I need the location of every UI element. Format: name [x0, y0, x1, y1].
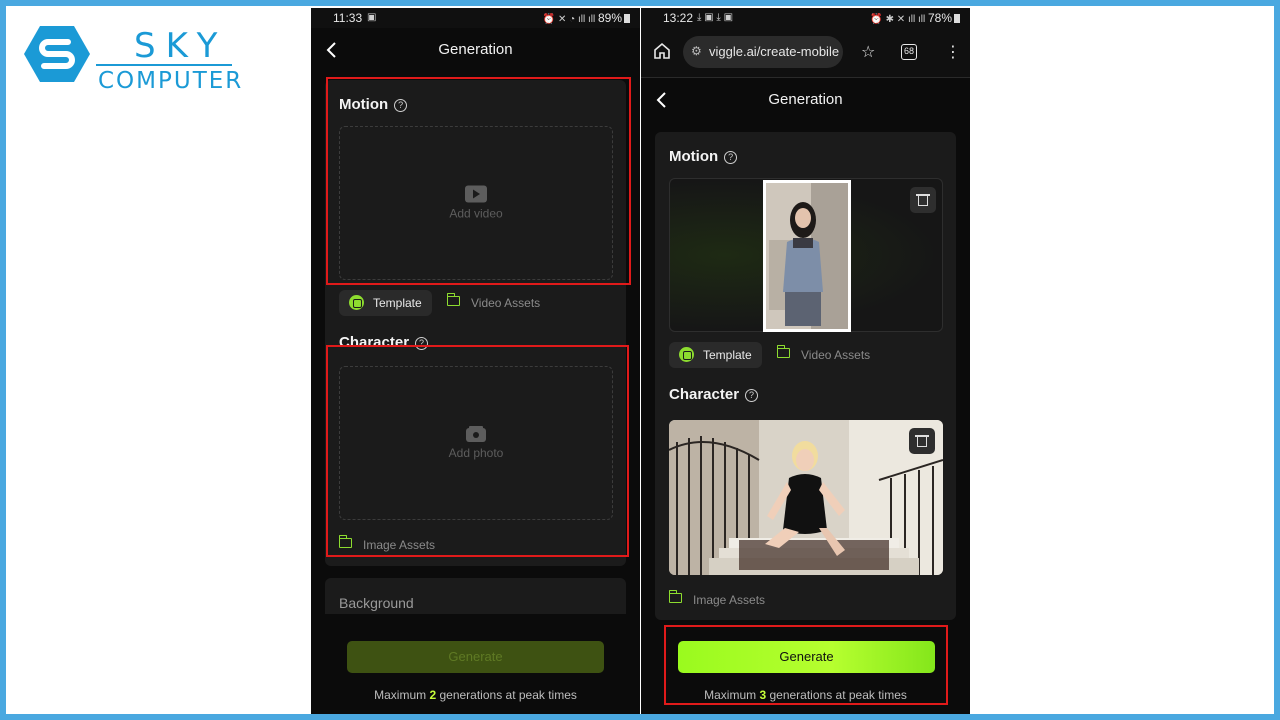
- motion-video-preview[interactable]: [669, 178, 943, 332]
- browser-toolbar: ⚙ viggle.ai/create-mobile ☆ 68 ⋮: [641, 28, 970, 78]
- peak-times-note: Maximum 2 generations at peak times: [374, 688, 577, 702]
- highlight-character: [326, 345, 629, 557]
- phone-screen-filled: 13:22 ⤓ ▣ ⤓ ▣ ⏰ ✱ ✕ ıll ıll 78% ⚙ viggle…: [641, 8, 970, 714]
- status-time: 11:33: [333, 11, 363, 25]
- tab-template[interactable]: Template: [339, 290, 432, 316]
- motion-video-thumbnail: [763, 180, 851, 332]
- signal-icons: ⏰ ✕ ◔ ıll ıll: [542, 14, 598, 25]
- character-photo: [669, 420, 943, 575]
- page-title: Generation: [768, 91, 843, 108]
- character-section-title: Character?: [669, 386, 759, 403]
- template-icon: [349, 295, 364, 310]
- folder-icon: [777, 345, 790, 358]
- site-settings-icon[interactable]: ⚙: [691, 44, 702, 58]
- status-time: 13:22: [663, 11, 694, 25]
- download-icons: ⤓ ▣ ⤓ ▣: [697, 12, 734, 23]
- battery-icon: [624, 14, 630, 23]
- phone-screen-empty: 11:33 ▣ ⏰ ✕ ◔ ıll ıll 89% Generation Mot…: [311, 8, 640, 714]
- page-header: Generation: [311, 28, 640, 72]
- delete-video-trash-icon[interactable]: [910, 187, 936, 213]
- tab-video-assets[interactable]: Video Assets: [437, 290, 550, 316]
- signal-icons: ⏰ ✱ ✕ ıll ıll: [870, 14, 928, 25]
- template-icon: [679, 347, 694, 362]
- character-photo-preview[interactable]: [669, 420, 943, 575]
- help-icon[interactable]: ?: [745, 389, 759, 402]
- page-header: Generation: [641, 78, 970, 122]
- page-title: Generation: [438, 41, 513, 58]
- battery-percent: 78%: [927, 11, 952, 25]
- battery-icon: [954, 14, 960, 23]
- bookmark-star-icon[interactable]: ☆: [861, 42, 875, 62]
- status-bar: 13:22 ⤓ ▣ ⤓ ▣ ⏰ ✱ ✕ ıll ıll 78%: [641, 8, 970, 28]
- tab-template[interactable]: Template: [669, 342, 762, 368]
- image-assets-button[interactable]: Image Assets: [659, 587, 775, 613]
- footer-bar: Generate Maximum 2 generations at peak t…: [311, 614, 640, 714]
- home-icon[interactable]: [653, 42, 671, 60]
- gallery-icon: ▣: [367, 12, 377, 23]
- sky-computer-logo: SKY COMPUTER: [24, 24, 244, 94]
- logo-divider: [96, 64, 232, 66]
- battery-percent: 89%: [597, 11, 622, 25]
- status-bar: 11:33 ▣ ⏰ ✕ ◔ ıll ıll 89%: [311, 8, 640, 28]
- logo-text-sky: SKY: [134, 26, 228, 66]
- tab-video-assets[interactable]: Video Assets: [767, 342, 880, 368]
- help-icon[interactable]: ?: [724, 151, 738, 164]
- folder-icon: [447, 293, 460, 306]
- screenshot-canvas: SKY COMPUTER 11:33 ▣ ⏰ ✕ ◔ ıll ıll 89% G…: [6, 6, 1274, 714]
- address-bar[interactable]: ⚙ viggle.ai/create-mobile: [683, 36, 843, 68]
- delete-photo-trash-icon[interactable]: [909, 428, 935, 454]
- url-text: viggle.ai/create-mobile: [709, 44, 840, 59]
- highlight-motion: [326, 77, 631, 285]
- upload-card: Motion? Template Video Assets Character?: [655, 132, 956, 620]
- logo-mark-icon: [24, 26, 90, 82]
- tab-switcher-icon[interactable]: 68: [901, 44, 917, 60]
- logo-text-computer: COMPUTER: [98, 68, 244, 94]
- motion-section-title: Motion?: [669, 148, 738, 165]
- highlight-generate: [664, 625, 948, 705]
- folder-icon: [669, 590, 682, 603]
- more-menu-icon[interactable]: ⋮: [945, 42, 961, 62]
- background-label: Background: [339, 595, 414, 611]
- generate-button[interactable]: Generate: [347, 641, 604, 673]
